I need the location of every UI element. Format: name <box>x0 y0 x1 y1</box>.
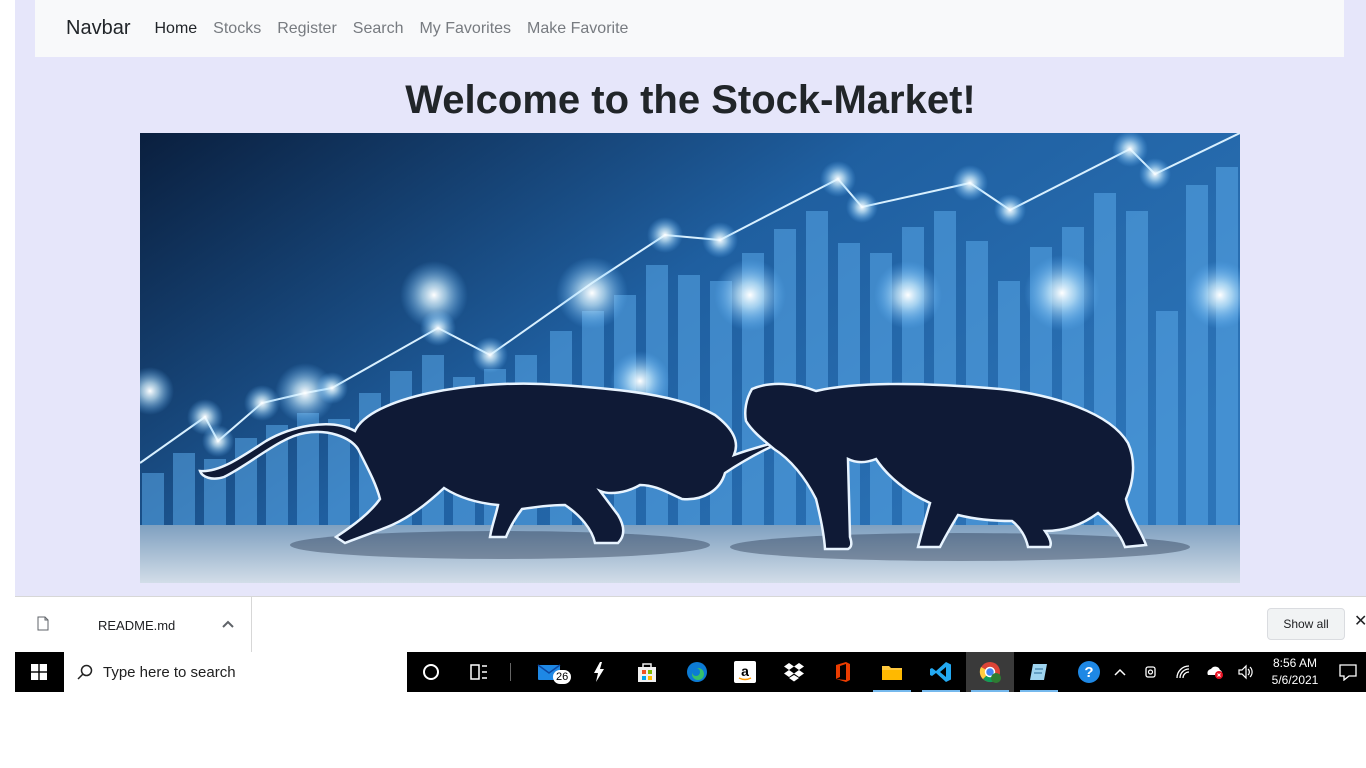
nav-link-home[interactable]: Home <box>154 20 197 38</box>
nav-link-my-favorites[interactable]: My Favorites <box>419 20 511 38</box>
task-view-icon[interactable] <box>467 660 491 684</box>
nav-link-search[interactable]: Search <box>353 20 404 38</box>
chrome-active-indicator <box>971 690 1009 692</box>
file-explorer-active-indicator <box>873 690 911 692</box>
navbar-brand[interactable]: Navbar <box>66 17 130 40</box>
download-bar: README.md Show all ✕ <box>15 596 1366 653</box>
bull-bear-illustration <box>140 133 1240 583</box>
hero-image <box>140 133 1240 583</box>
microsoft-store-icon[interactable] <box>635 660 659 684</box>
windows-start-icon[interactable] <box>31 664 47 680</box>
meet-now-icon[interactable] <box>1143 663 1159 681</box>
speaker-icon[interactable] <box>1237 664 1255 680</box>
navbar: Navbar Home Stocks Register Search My Fa… <box>35 0 1344 57</box>
nav-link-register[interactable]: Register <box>277 20 337 38</box>
file-explorer-icon[interactable] <box>880 660 904 684</box>
cortana-icon[interactable] <box>419 660 443 684</box>
taskbar: Type here to search 26 a ? 8:56 AM 5/6/2… <box>15 652 1366 692</box>
file-icon <box>37 616 49 631</box>
app-lightning-icon[interactable] <box>587 660 611 684</box>
taskbar-search-placeholder: Type here to search <box>103 664 236 681</box>
chevron-up-icon[interactable] <box>1113 666 1127 678</box>
wifi-icon[interactable] <box>1175 664 1193 680</box>
edge-browser-icon[interactable] <box>685 660 709 684</box>
clock-date: 5/6/2021 <box>1271 673 1319 687</box>
nav-link-make-favorite[interactable]: Make Favorite <box>527 20 628 38</box>
show-all-button[interactable]: Show all <box>1267 608 1345 640</box>
browser-page: Navbar Home Stocks Register Search My Fa… <box>15 0 1366 596</box>
system-clock[interactable]: 8:56 AM 5/6/2021 <box>1265 655 1325 689</box>
help-icon[interactable]: ? <box>1077 660 1101 684</box>
chevron-up-icon[interactable] <box>220 616 236 632</box>
notes-app-icon[interactable] <box>1027 660 1051 684</box>
mail-badge: 26 <box>553 670 572 684</box>
amazon-icon[interactable]: a <box>733 660 757 684</box>
chrome-icon[interactable] <box>978 660 1002 684</box>
clock-time: 8:56 AM <box>1272 656 1318 670</box>
svg-text:a: a <box>741 663 749 679</box>
onedrive-error-icon[interactable] <box>1205 663 1225 681</box>
close-icon[interactable]: ✕ <box>1354 614 1366 630</box>
vscode-active-indicator <box>922 690 960 692</box>
vscode-icon[interactable] <box>929 660 953 684</box>
download-item[interactable]: README.md <box>15 597 252 653</box>
office-icon[interactable] <box>831 660 855 684</box>
nav-link-stocks[interactable]: Stocks <box>213 20 261 38</box>
download-file-name[interactable]: README.md <box>98 618 175 633</box>
notes-app-active-indicator <box>1020 690 1058 692</box>
search-icon <box>77 664 93 680</box>
taskbar-search-box[interactable]: Type here to search <box>64 652 407 692</box>
page-title: Welcome to the Stock-Market! <box>405 78 976 122</box>
dropbox-icon[interactable] <box>782 660 806 684</box>
svg-text:?: ? <box>1084 664 1093 681</box>
taskbar-divider <box>510 663 511 681</box>
notification-center-icon[interactable] <box>1338 663 1358 681</box>
